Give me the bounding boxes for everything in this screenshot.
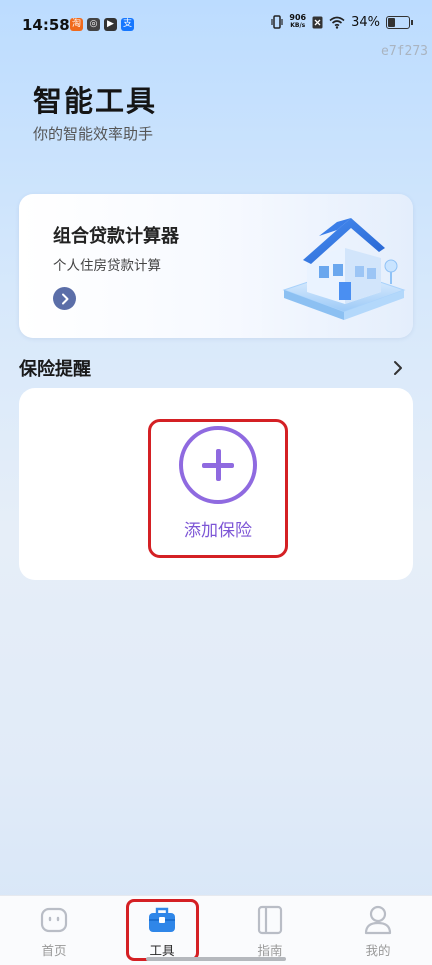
no-sim-icon <box>312 16 323 28</box>
add-insurance-button[interactable] <box>179 426 257 504</box>
watermark: e7f273 <box>381 44 428 59</box>
battery-percent: 34% <box>351 14 380 30</box>
chevron-right-icon <box>61 293 68 304</box>
nav-profile-label: 我的 <box>365 943 391 958</box>
add-insurance-highlight: 添加保险 <box>148 419 288 558</box>
add-insurance-label[interactable]: 添加保险 <box>151 516 285 541</box>
chevron-right-icon[interactable] <box>388 358 408 378</box>
loan-card-title: 组合贷款计算器 <box>53 226 179 247</box>
video-icon: ▶ <box>104 18 117 31</box>
bottom-nav: 首页 工具 指南 我的 <box>0 895 432 965</box>
insurance-section-title: 保险提醒 <box>19 359 91 380</box>
home-indicator[interactable] <box>146 957 286 961</box>
battery-icon <box>386 15 413 29</box>
wifi-icon <box>329 16 345 29</box>
nav-home-label: 首页 <box>41 943 67 958</box>
status-time: 14:58 <box>22 16 70 34</box>
notification-icons: 淘 ◎ ▶ 支 <box>70 18 134 31</box>
insurance-card: 添加保险 <box>19 388 413 580</box>
toolbox-icon <box>149 907 175 932</box>
book-icon <box>257 905 283 935</box>
nav-tools[interactable]: 工具 <box>108 896 216 965</box>
vibrate-icon <box>271 15 283 29</box>
status-bar: 14:58 淘 ◎ ▶ 支 906 KB/s 34% <box>0 0 432 48</box>
loan-open-button[interactable] <box>53 287 76 310</box>
loan-card-subtitle: 个人住房贷款计算 <box>53 258 161 274</box>
taobao-icon: 淘 <box>70 18 83 31</box>
page-subtitle: 你的智能效率助手 <box>33 125 154 143</box>
house-illustration-icon <box>282 218 406 320</box>
loan-calculator-card[interactable]: 组合贷款计算器 个人住房贷款计算 <box>19 194 413 338</box>
app-icon: ◎ <box>87 18 100 31</box>
page-title: 智能工具 <box>33 84 158 118</box>
home-icon <box>40 907 68 933</box>
alipay-icon: 支 <box>121 18 134 31</box>
profile-icon <box>364 905 392 935</box>
net-speed-unit: KB/s <box>290 22 306 29</box>
nav-guide[interactable]: 指南 <box>216 896 324 965</box>
net-speed: 906 KB/s <box>289 14 306 30</box>
net-speed-value: 906 <box>289 13 307 22</box>
nav-profile[interactable]: 我的 <box>324 896 432 965</box>
nav-home[interactable]: 首页 <box>0 896 108 965</box>
